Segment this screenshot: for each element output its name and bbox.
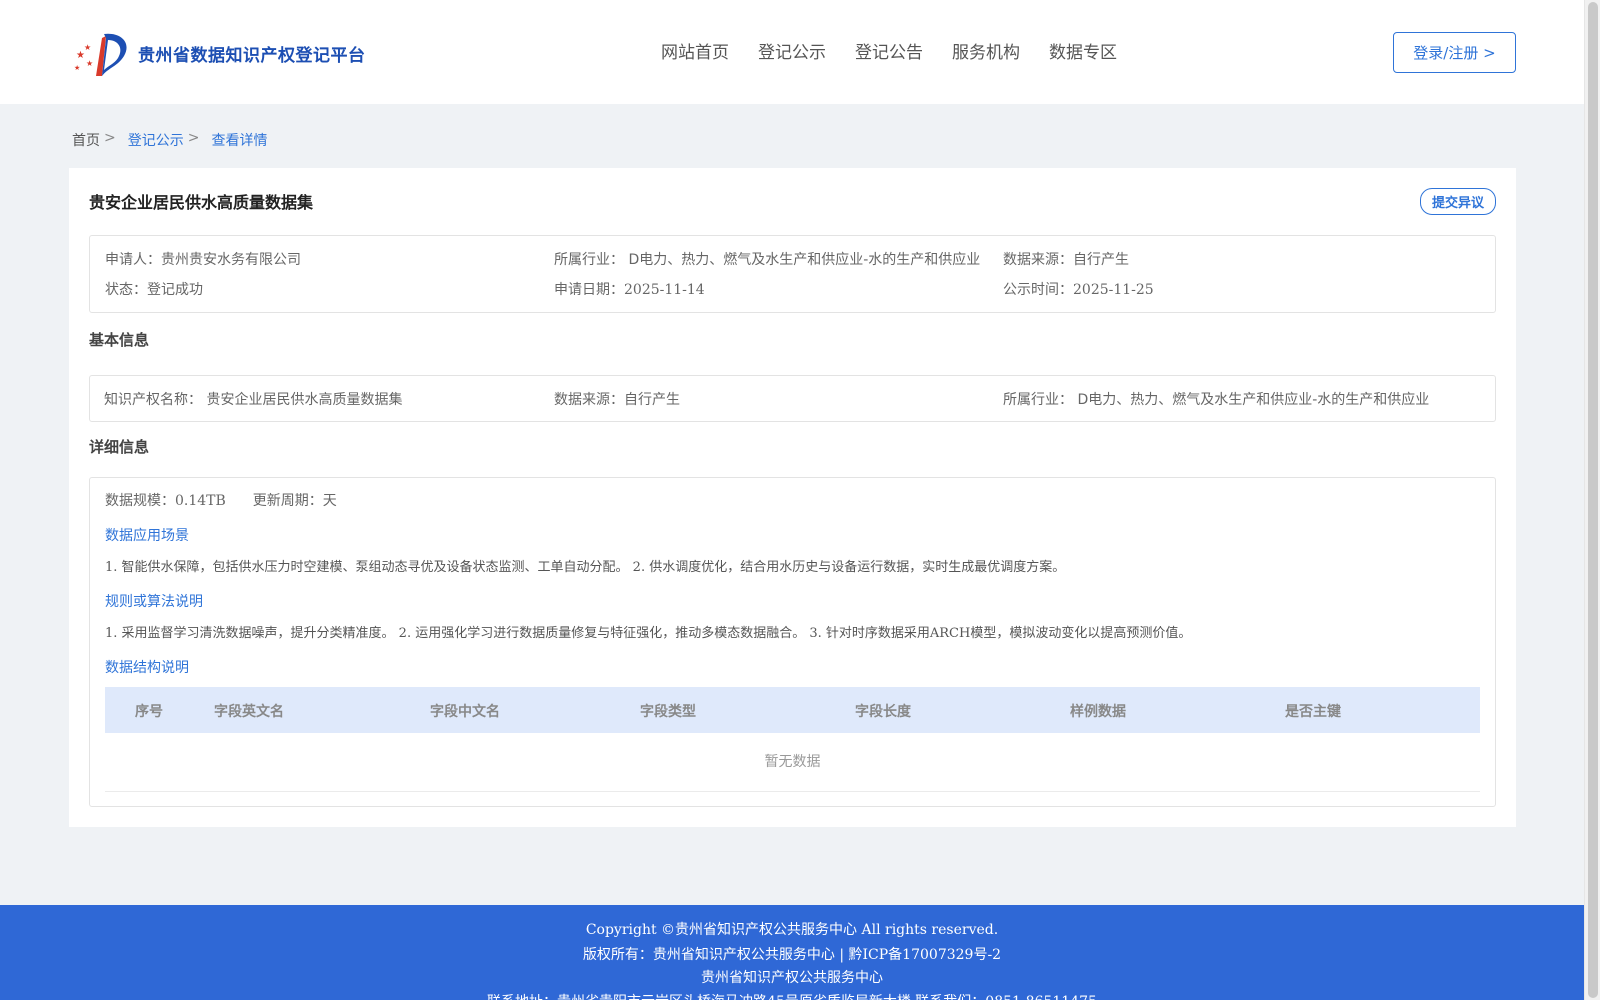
platform-emblem-icon: ★ ★ ★ ★ xyxy=(72,28,130,78)
basic-info-panel: 知识产权名称： 贵安企业居民供水高质量数据集 数据来源：自行产生 所属行业： D… xyxy=(89,375,1496,422)
footer-copyright: Copyright ©贵州省知识产权公共服务中心 All rights rese… xyxy=(585,922,999,938)
site-name: 贵州省数据知识产权登记平台 xyxy=(138,45,366,66)
basic-industry-field: 所属行业： D电力、热力、燃气及水生产和供应业-水的生产和供应业 xyxy=(1003,389,1429,409)
nav-home[interactable]: 网站首页 xyxy=(661,38,729,63)
industry-value: D电力、热力、燃气及水生产和供应业-水的生产和供应业 xyxy=(628,252,981,268)
breadcrumb-separator: > xyxy=(104,130,116,146)
page: ★ ★ ★ ★ 贵州省数据知识产权登记平台 网站首页 登记公示 登记公告 服务机… xyxy=(0,0,1584,1000)
breadcrumb-home[interactable]: 首页 xyxy=(72,130,100,150)
svg-text:★: ★ xyxy=(74,64,80,72)
applicant-value: 贵州贵安水务有限公司 xyxy=(161,252,301,268)
publish-date-value: 2025-11-25 xyxy=(1073,282,1154,298)
data-structure-heading: 数据结构说明 xyxy=(105,660,189,676)
login-register-button[interactable]: 登录/注册 > xyxy=(1393,32,1516,73)
summary-panel: 申请人：贵州贵安水务有限公司 所属行业： D电力、热力、燃气及水生产和供应业-水… xyxy=(89,235,1496,313)
applicant-label: 申请人： xyxy=(105,252,161,268)
main-nav: 网站首页 登记公示 登记公告 服务机构 数据专区 xyxy=(661,38,1117,63)
site-footer: Copyright ©贵州省知识产权公共服务中心 All rights rese… xyxy=(0,905,1584,1000)
page-title: 贵安企业居民供水高质量数据集 xyxy=(89,193,314,212)
data-scale-label: 数据规模： xyxy=(105,493,175,509)
industry-label: 所属行业： xyxy=(554,252,624,268)
detail-info-panel: 数据规模：0.14TB 更新周期：天 数据应用场景 1. 智能供水保障，包括供水… xyxy=(89,477,1496,807)
nav-registration-publicity[interactable]: 登记公示 xyxy=(758,38,826,63)
table-empty-state: 暂无数据 xyxy=(105,733,1480,792)
basic-industry-label: 所属行业： xyxy=(1003,392,1073,408)
application-scenario-text: 1. 智能供水保障，包括供水压力时空建模、泵组动态寻优及设备状态监测、工单自动分… xyxy=(105,560,1066,575)
scrollbar-thumb[interactable] xyxy=(1588,2,1598,998)
data-scale-field: 数据规模：0.14TB 更新周期：天 xyxy=(105,490,337,510)
basic-source-value: 自行产生 xyxy=(624,392,680,408)
basic-source-field: 数据来源：自行产生 xyxy=(554,389,680,409)
status-label: 状态： xyxy=(105,282,147,298)
site-logo[interactable]: ★ ★ ★ ★ 贵州省数据知识产权登记平台 xyxy=(72,28,366,78)
source-value: 自行产生 xyxy=(1073,252,1129,268)
applicant-field: 申请人：贵州贵安水务有限公司 xyxy=(105,249,301,269)
source-field: 数据来源：自行产生 xyxy=(1003,249,1129,269)
ip-name-field: 知识产权名称： 贵安企业居民供水高质量数据集 xyxy=(104,389,402,409)
site-header: ★ ★ ★ ★ 贵州省数据知识产权登记平台 网站首页 登记公示 登记公告 服务机… xyxy=(0,0,1584,104)
svg-text:★: ★ xyxy=(86,59,93,68)
publish-date-label: 公示时间： xyxy=(1003,282,1073,298)
nav-service-agencies[interactable]: 服务机构 xyxy=(952,38,1020,63)
column-header-english-name: 字段英文名 xyxy=(214,704,284,720)
column-header-field-type: 字段类型 xyxy=(640,704,696,720)
detail-info-heading: 详细信息 xyxy=(89,438,150,456)
svg-text:★: ★ xyxy=(84,43,91,52)
status-field: 状态：登记成功 xyxy=(105,279,203,299)
submit-objection-button[interactable]: 提交异议 xyxy=(1420,188,1496,215)
ip-name-value: 贵安企业居民供水高质量数据集 xyxy=(206,392,403,408)
update-cycle-label: 更新周期： xyxy=(252,493,323,509)
basic-industry-value: D电力、热力、燃气及水生产和供应业-水的生产和供应业 xyxy=(1077,392,1430,408)
column-header-index: 序号 xyxy=(135,704,163,720)
column-header-primary-key: 是否主键 xyxy=(1285,704,1341,720)
breadcrumb-current: 查看详情 xyxy=(211,133,268,149)
algorithm-text: 1. 采用监督学习清洗数据噪声，提升分类精准度。 2. 运用强化学习进行数据质量… xyxy=(105,626,1192,641)
footer-contact: 联系地址：贵州省贵阳市云岩区头桥海马冲路45号原省质监局新大楼 联系我们：085… xyxy=(0,991,1584,1000)
apply-date-value: 2025-11-14 xyxy=(624,282,705,298)
apply-date-label: 申请日期： xyxy=(554,282,624,298)
nav-data-zone[interactable]: 数据专区 xyxy=(1049,38,1117,63)
basic-info-heading: 基本信息 xyxy=(89,331,150,349)
column-header-sample-data: 样例数据 xyxy=(1070,704,1126,720)
column-header-field-length: 字段长度 xyxy=(855,704,911,720)
ip-name-label: 知识产权名称： xyxy=(104,392,202,408)
algorithm-heading: 规则或算法说明 xyxy=(105,594,203,610)
page-scrollbar[interactable] xyxy=(1584,0,1600,1000)
basic-source-label: 数据来源： xyxy=(554,392,624,408)
status-value: 登记成功 xyxy=(147,282,203,298)
breadcrumb-publicity[interactable]: 登记公示 xyxy=(128,130,184,150)
application-scenario-heading: 数据应用场景 xyxy=(105,528,189,544)
source-label: 数据来源： xyxy=(1003,252,1073,268)
publish-date-field: 公示时间：2025-11-25 xyxy=(1003,279,1154,299)
table-header: 序号 字段英文名 字段中文名 字段类型 字段长度 样例数据 是否主键 xyxy=(105,687,1480,733)
footer-org: 贵州省知识产权公共服务中心 xyxy=(701,970,883,986)
footer-rights: 版权所有：贵州省知识产权公共服务中心 | 黔ICP备17007329号-2 xyxy=(582,947,1002,963)
column-header-chinese-name: 字段中文名 xyxy=(430,704,500,720)
industry-field: 所属行业： D电力、热力、燃气及水生产和供应业-水的生产和供应业 xyxy=(554,249,980,269)
breadcrumb-separator: > xyxy=(187,130,200,146)
data-scale-value: 0.14TB xyxy=(175,493,226,509)
detail-card: 贵安企业居民供水高质量数据集 提交异议 申请人：贵州贵安水务有限公司 所属行业：… xyxy=(69,168,1516,827)
update-cycle-value: 天 xyxy=(322,493,337,509)
breadcrumb: 首页 > 登记公示 > 查看详情 xyxy=(72,130,267,150)
nav-registration-announcement[interactable]: 登记公告 xyxy=(855,38,923,63)
apply-date-field: 申请日期：2025-11-14 xyxy=(554,279,705,299)
